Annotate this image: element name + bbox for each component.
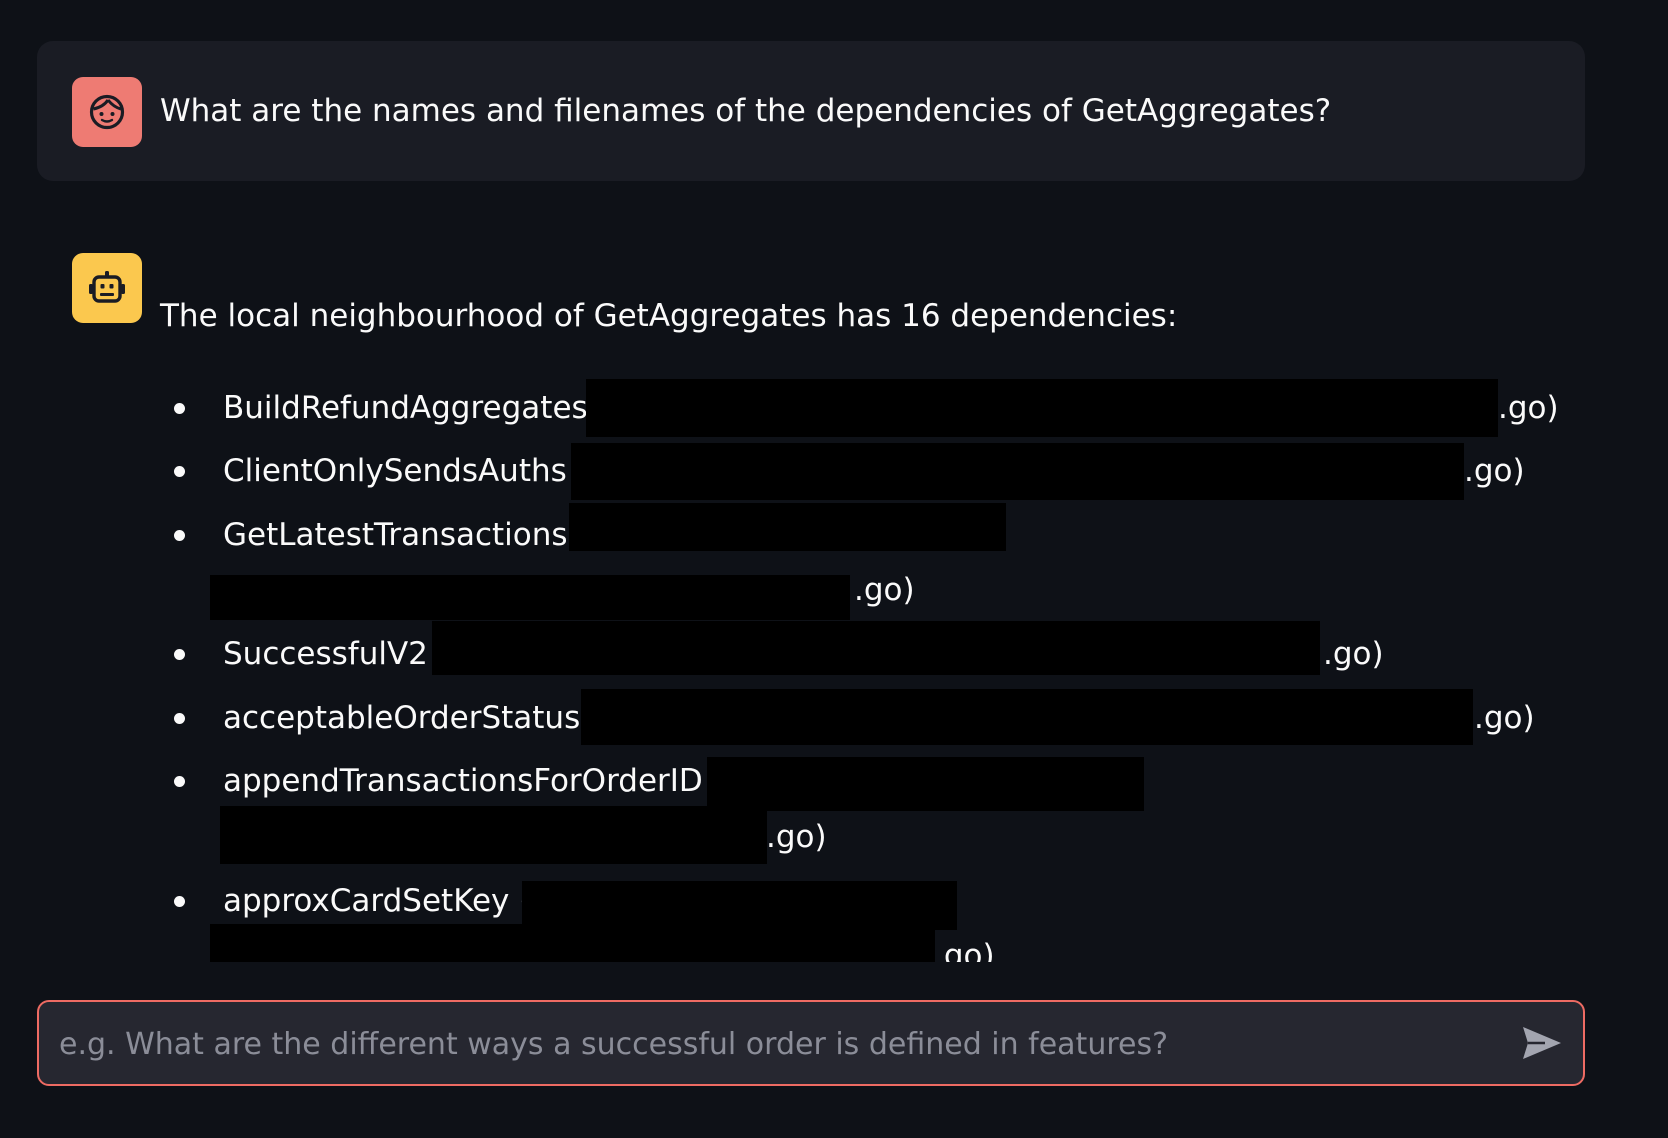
chat-input-container bbox=[37, 1000, 1585, 1086]
filename-suffix: .go) bbox=[1464, 453, 1525, 489]
dependency-name: SuccessfulV2 ( bbox=[223, 636, 450, 672]
redacted-filename bbox=[569, 503, 1006, 551]
user-face-icon bbox=[89, 94, 125, 130]
chat-app: What are the names and filenames of the … bbox=[0, 0, 1668, 1138]
user-message-text: What are the names and filenames of the … bbox=[160, 93, 1332, 129]
filename-suffix: .go) bbox=[1474, 700, 1535, 736]
chat-input[interactable] bbox=[57, 1002, 1491, 1086]
dependency-name: acceptableOrderStatus ( bbox=[223, 700, 603, 736]
redacted-filename bbox=[707, 757, 1144, 811]
bullet bbox=[174, 649, 185, 660]
send-button[interactable] bbox=[1519, 1022, 1565, 1064]
robot-icon bbox=[89, 271, 125, 303]
filename-suffix: .go) bbox=[854, 572, 915, 608]
redacted-filename bbox=[581, 689, 1473, 745]
user-avatar bbox=[72, 77, 142, 147]
send-arrow-icon bbox=[1523, 1027, 1561, 1059]
filename-suffix: .go) bbox=[1323, 636, 1384, 672]
filename-suffix: .go) bbox=[1498, 390, 1559, 426]
assistant-intro-text: The local neighbourhood of GetAggregates… bbox=[160, 298, 1178, 334]
dependency-name: BuildRefundAggregates ( bbox=[223, 390, 610, 426]
bullet bbox=[174, 530, 185, 541]
dependency-name: GetLatestTransactions ( bbox=[223, 517, 590, 553]
dependency-name: ClientOnlySendsAuths ( bbox=[223, 453, 589, 489]
dependency-name: appendTransactionsForOrderID ( bbox=[223, 763, 725, 799]
redacted-filename bbox=[571, 443, 1464, 500]
redacted-filename bbox=[220, 806, 767, 864]
assistant-avatar bbox=[72, 253, 142, 323]
bullet bbox=[174, 713, 185, 724]
redacted-filename bbox=[586, 379, 1498, 437]
redacted-filename bbox=[522, 881, 957, 930]
bullet bbox=[174, 466, 185, 477]
filename-suffix: .go) bbox=[934, 938, 995, 962]
filename-suffix: .go) bbox=[766, 819, 827, 855]
bullet bbox=[174, 896, 185, 907]
bullet bbox=[174, 776, 185, 787]
user-message: What are the names and filenames of the … bbox=[37, 41, 1585, 181]
bullet bbox=[174, 403, 185, 414]
redacted-filename bbox=[210, 575, 850, 620]
redacted-filename bbox=[432, 621, 1320, 675]
chat-history: What are the names and filenames of the … bbox=[0, 0, 1668, 962]
redacted-filename bbox=[210, 924, 935, 962]
dependency-name: approxCardSetKey ( bbox=[223, 883, 532, 919]
